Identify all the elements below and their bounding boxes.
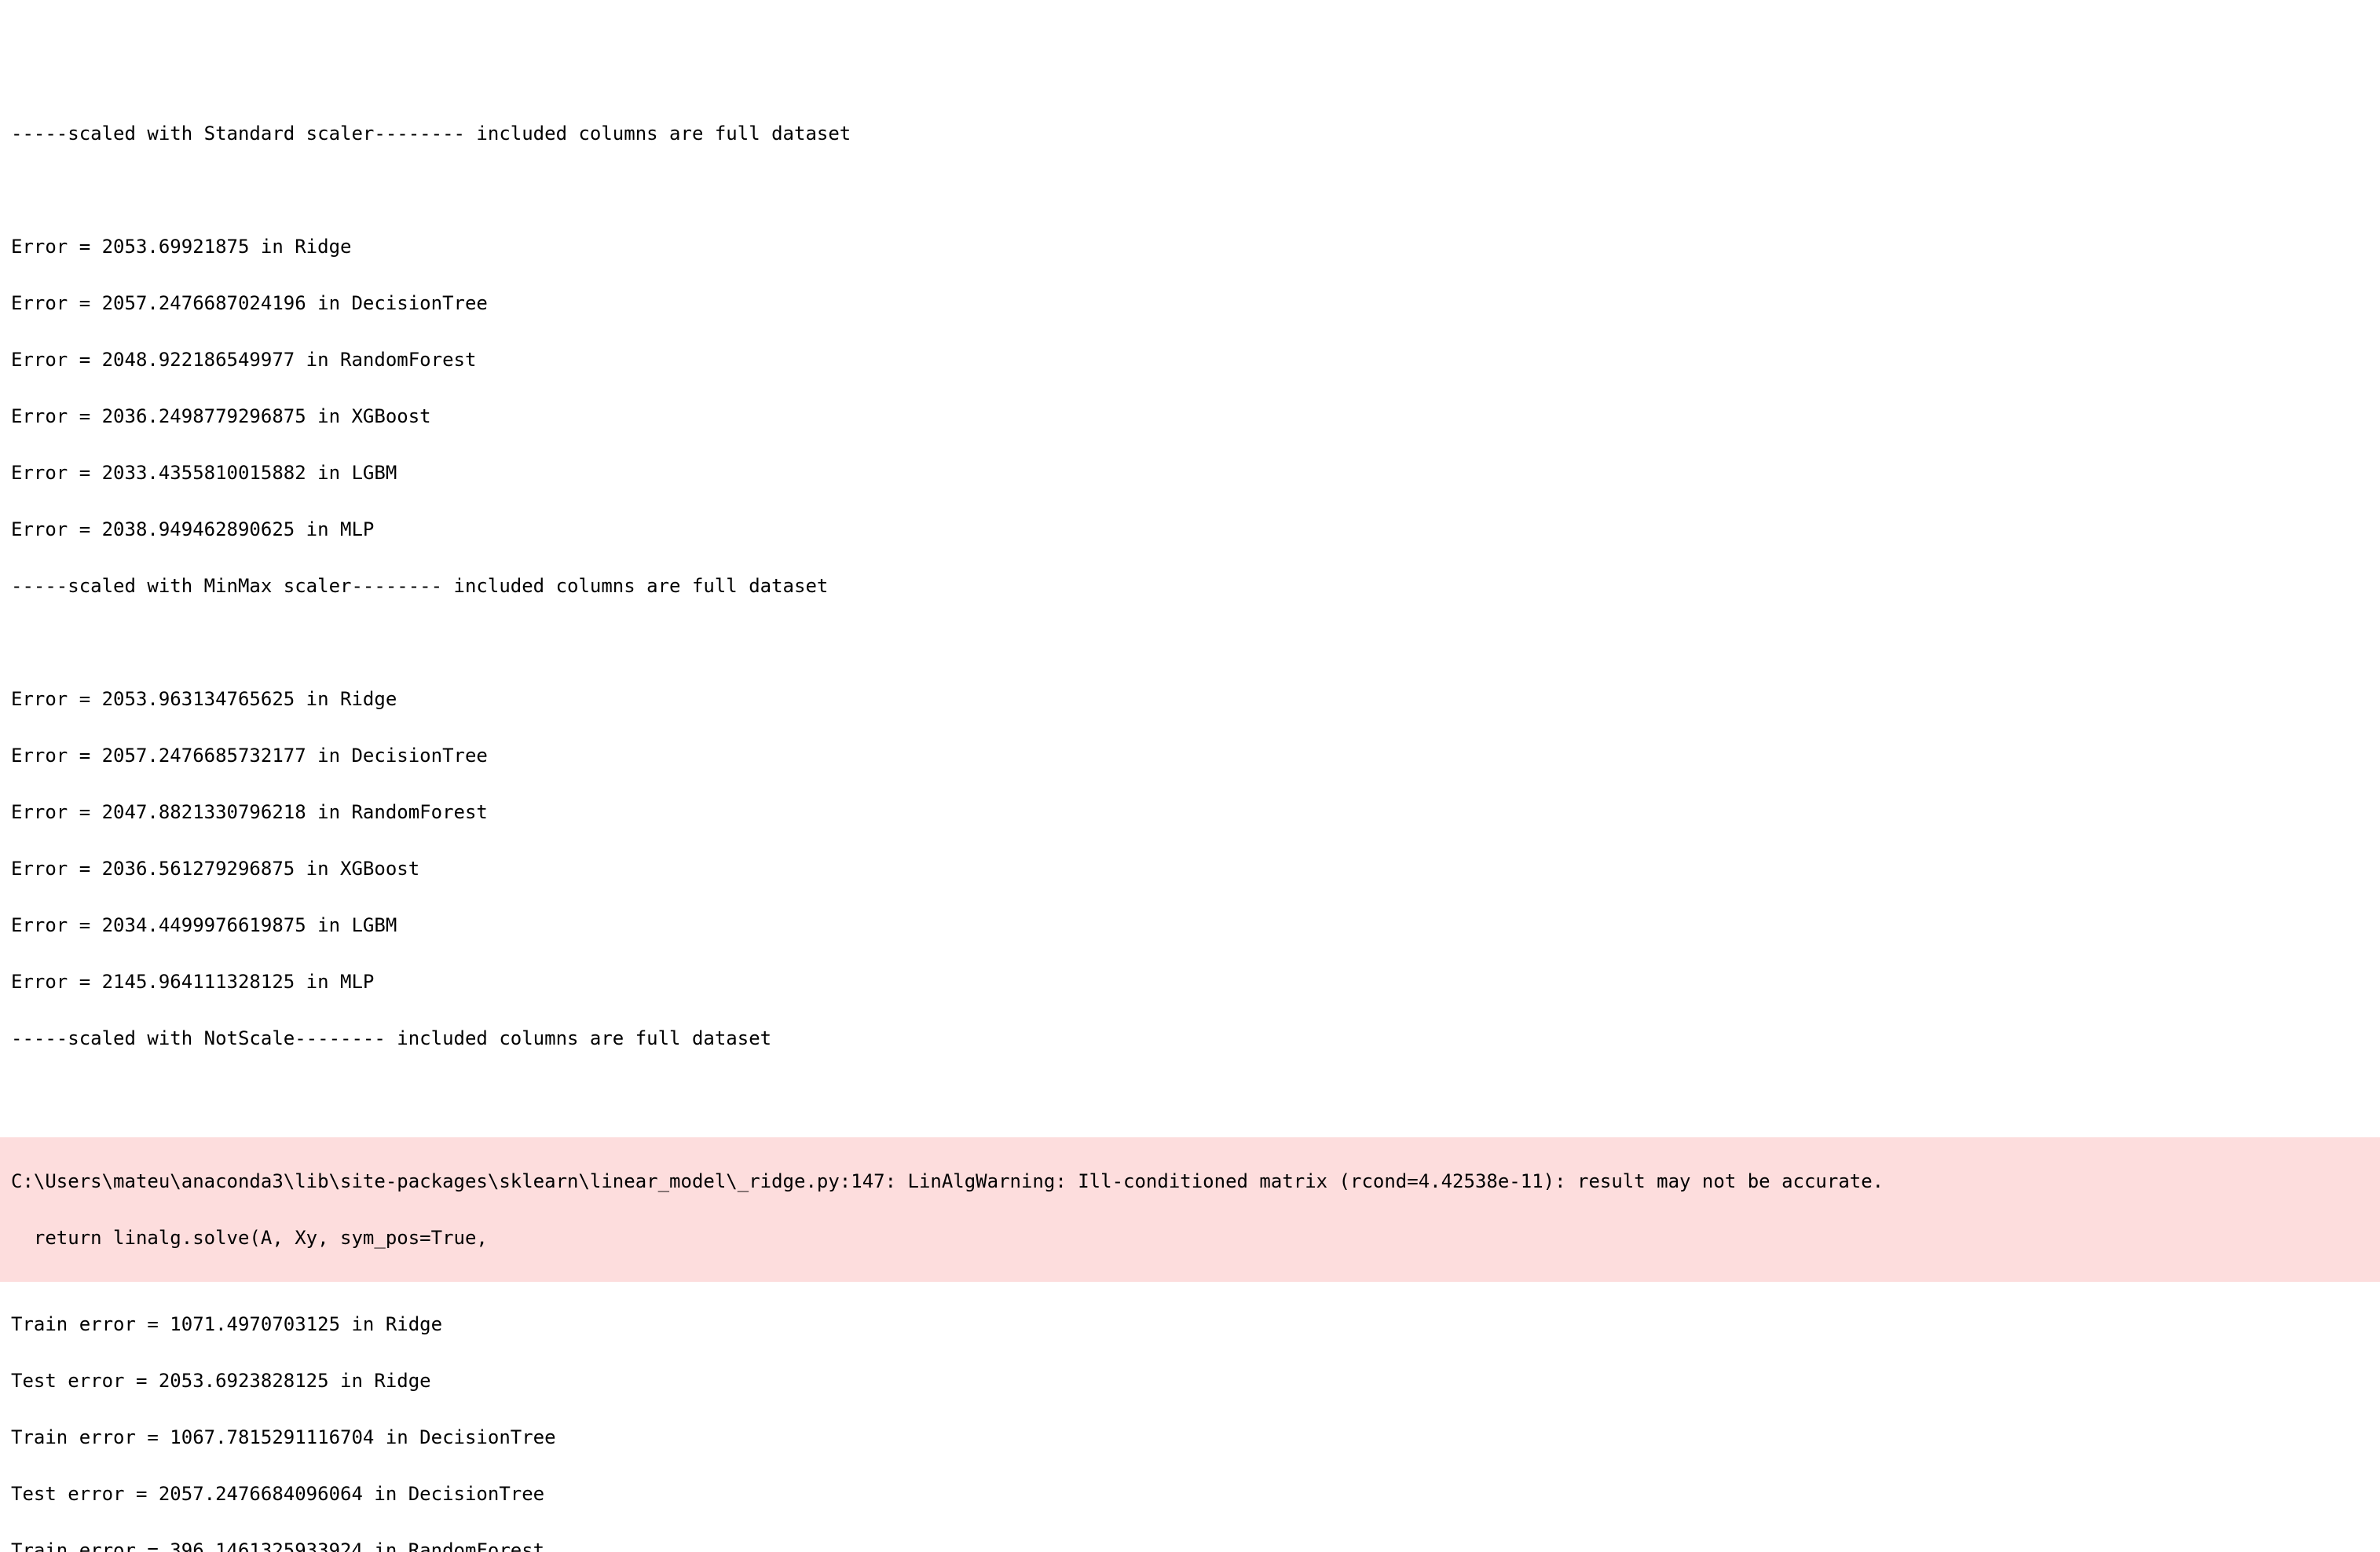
error-line: Error = 2053.69921875 in Ridge [11,232,2369,261]
error-line: Error = 2057.2476685732177 in DecisionTr… [11,741,2369,770]
warning-line-2: return linalg.solve(A, Xy, sym_pos=True, [11,1224,2369,1252]
error-line: Error = 2048.922186549977 in RandomFores… [11,346,2369,374]
error-line: Error = 2036.2498779296875 in XGBoost [11,402,2369,430]
train-test-error-line: Test error = 2057.2476684096064 in Decis… [11,1480,2369,1508]
error-line: Error = 2047.8821330796218 in RandomFore… [11,798,2369,826]
error-line: Error = 2057.2476687024196 in DecisionTr… [11,289,2369,317]
section-header-standard: -----scaled with Standard scaler--------… [11,119,2369,148]
error-line: Error = 2038.949462890625 in MLP [11,515,2369,544]
error-line: Error = 2033.4355810015882 in LGBM [11,459,2369,487]
train-test-error-line: Train error = 1071.4970703125 in Ridge [11,1310,2369,1338]
train-test-error-line: Test error = 2053.6923828125 in Ridge [11,1367,2369,1395]
warning-block: C:\Users\mateu\anaconda3\lib\site-packag… [0,1137,2380,1282]
error-line: Error = 2053.963134765625 in Ridge [11,685,2369,713]
blank-line [11,628,2369,657]
error-line: Error = 2145.964111328125 in MLP [11,968,2369,996]
warning-line-1: C:\Users\mateu\anaconda3\lib\site-packag… [11,1167,2369,1195]
train-test-error-line: Train error = 396.1461325933924 in Rando… [11,1536,2369,1552]
error-line: Error = 2034.4499976619875 in LGBM [11,911,2369,939]
blank-line [11,1081,2369,1109]
blank-line [11,176,2369,204]
section-header-minmax: -----scaled with MinMax scaler-------- i… [11,572,2369,600]
error-line: Error = 2036.561279296875 in XGBoost [11,855,2369,883]
section-header-notscale: -----scaled with NotScale-------- includ… [11,1024,2369,1052]
train-test-error-line: Train error = 1067.7815291116704 in Deci… [11,1423,2369,1451]
